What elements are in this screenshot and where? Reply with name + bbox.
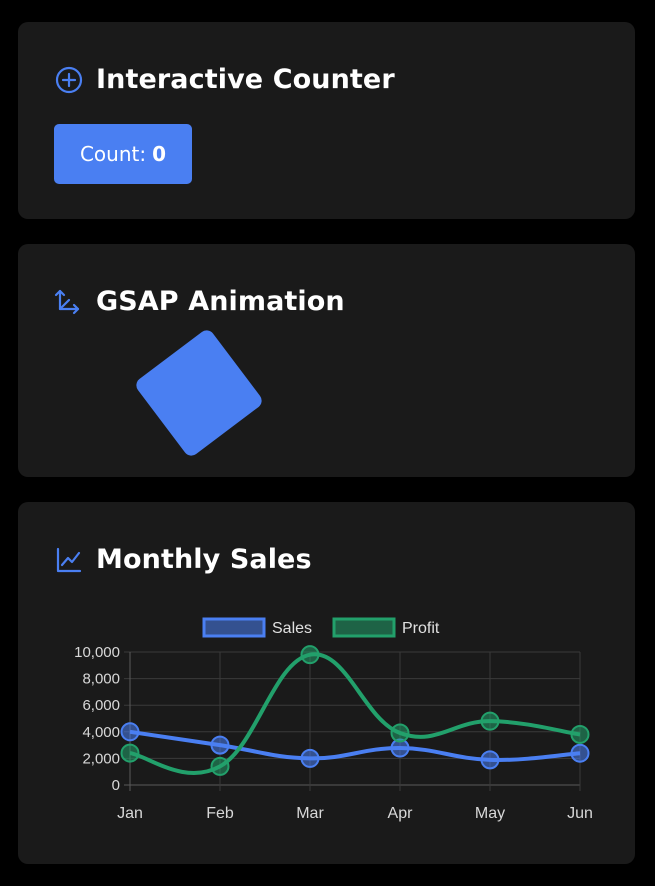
- plus-circle-icon: [54, 65, 84, 95]
- sales-legend-label: Sales: [272, 620, 312, 637]
- count-label: Count:: [79, 142, 147, 166]
- y-tick-label: 8,000: [82, 671, 120, 688]
- x-tick-label: Mar: [296, 805, 324, 822]
- profit-point: [300, 645, 320, 665]
- sales-point: [480, 750, 500, 770]
- counter-title: Interactive Counter: [96, 64, 395, 95]
- sales-chart: 0 2,000 4,000 6,000 8,000 10,000 Jan Feb Mar Apr M…: [74, 617, 593, 822]
- sales-line: [129, 729, 581, 762]
- sales-point: [300, 748, 320, 768]
- y-tick-label: 0: [112, 777, 120, 794]
- sales-point: [210, 735, 230, 755]
- y-tick-label: 4,000: [82, 724, 120, 741]
- profit-point: [210, 756, 230, 776]
- sales-legend-swatch: [202, 617, 266, 638]
- sales-point: [570, 743, 590, 763]
- profit-point: [570, 724, 590, 744]
- animated-box: [133, 327, 265, 459]
- axis-arrows-icon: [54, 287, 84, 317]
- animation-header: GSAP Animation: [54, 286, 345, 317]
- animation-title: GSAP Animation: [96, 286, 345, 317]
- y-tick-label: 10,000: [74, 644, 120, 661]
- profit-point: [480, 711, 500, 731]
- counter-header: Interactive Counter: [54, 64, 395, 95]
- x-tick-label: Jun: [567, 805, 593, 822]
- counter-card: Interactive Counter Count: 0: [18, 22, 635, 219]
- animation-card: GSAP Animation: [18, 244, 635, 477]
- count-button[interactable]: Count: 0: [54, 124, 192, 184]
- count-value: 0: [152, 142, 167, 166]
- profit-point: [120, 743, 140, 763]
- x-tick-label: Feb: [206, 805, 234, 822]
- sales-card: Monthly Sales 0 2,000 4,000 6,000 8,000 10,00…: [18, 502, 635, 864]
- profit-point: [390, 723, 410, 743]
- x-tick-label: Jan: [117, 805, 143, 822]
- x-tick-label: Apr: [388, 805, 414, 822]
- profit-legend-label: Profit: [402, 620, 440, 637]
- x-tick-label: May: [475, 805, 505, 822]
- y-tick-label: 2,000: [82, 750, 120, 767]
- y-tick-label: 6,000: [82, 697, 120, 714]
- profit-legend-swatch: [332, 617, 396, 638]
- sales-point: [120, 722, 140, 742]
